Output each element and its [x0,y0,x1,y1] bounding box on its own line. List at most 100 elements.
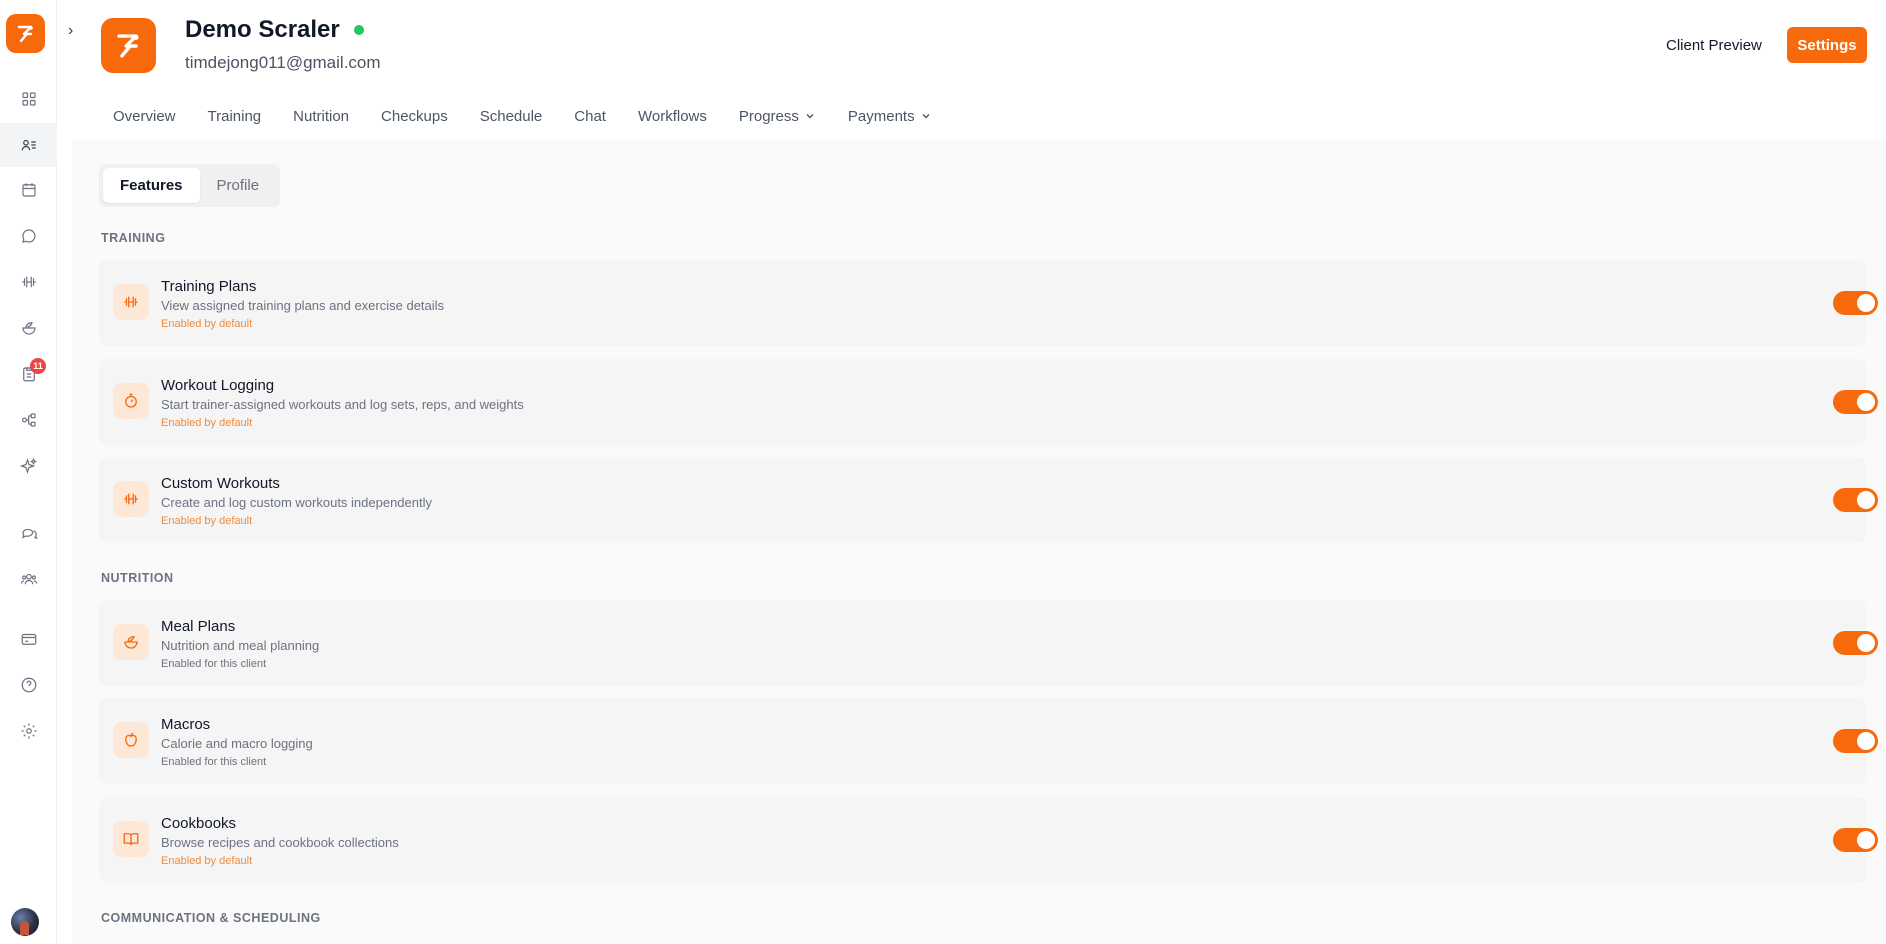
client-name-heading: Demo Scraler [185,16,364,44]
features-profile-segmented-control: Features Profile [99,164,281,207]
feature-toggle[interactable] [1833,729,1878,753]
feature-title: Meal Plans [161,618,236,635]
feature-title: Custom Workouts [161,475,280,492]
feature-title: Workout Logging [161,377,275,394]
sidebar-item-checkups[interactable]: 11 [0,352,57,396]
feature-description: Start trainer-assigned workouts and log … [161,397,524,412]
tab-overview[interactable]: Overview [97,102,192,131]
feature-row-training-plans: Training Plans View assigned training pl… [99,260,1878,346]
workflow-icon [21,413,36,427]
section-heading-communication: COMMUNICATION & SCHEDULING [101,911,321,925]
feature-row-cookbooks: Cookbooks Browse recipes and cookbook co… [99,797,1878,883]
sidebar-item-calendar[interactable] [0,168,57,212]
dashboard-grid-icon [21,92,36,106]
credit-card-icon [21,633,36,645]
section-heading-training: TRAINING [101,231,166,245]
sidebar-expand-chevron-icon[interactable]: › [68,20,82,42]
dumbbell-icon [124,296,138,308]
feature-description: Calorie and macro logging [161,736,313,751]
feature-toggle[interactable] [1833,390,1878,414]
client-email: timdejong011@gmail.com [185,53,381,72]
client-preview-button[interactable]: Client Preview [1652,28,1776,62]
feature-icon [113,722,149,758]
feature-status: Enabled for this client [161,756,267,768]
settings-gear-icon [21,723,36,739]
tab-payments[interactable]: Payments [832,102,948,131]
tab-checkups[interactable]: Checkups [365,102,464,131]
salad-bowl-icon [124,636,138,649]
feature-icon [113,383,149,419]
sidebar-item-nutrition[interactable] [0,306,57,350]
feature-row-meal-plans: Meal Plans Nutrition and meal planning E… [99,600,1878,686]
feature-status: Enabled by default [161,417,253,429]
sidebar-item-help[interactable] [0,663,57,707]
calendar-icon [21,183,36,197]
feature-icon [113,481,149,517]
section-heading-nutrition: NUTRITION [101,571,174,585]
feature-icon [113,821,149,857]
stopwatch-icon [125,393,137,408]
help-circle-icon [21,677,36,693]
team-icon [20,573,37,585]
tab-training[interactable]: Training [192,102,278,131]
feature-toggle[interactable] [1833,828,1878,852]
dumbbell-icon [124,493,138,505]
feature-status: Enabled by default [161,855,253,867]
user-avatar[interactable] [11,908,39,936]
chevron-down-icon [806,114,814,119]
client-nav-tabs: Overview Training Nutrition Checkups Sch… [97,100,948,132]
tab-schedule[interactable]: Schedule [464,102,559,131]
apple-icon [125,732,137,747]
runner-logo-icon [116,33,139,58]
feature-title: Training Plans [161,278,257,295]
book-open-icon [123,833,139,846]
sidebar-item-clients[interactable] [0,123,57,167]
feature-description: Create and log custom workouts independe… [161,495,432,510]
clients-list-icon [21,139,36,151]
feature-toggle[interactable] [1833,291,1878,315]
sidebar-item-workflows[interactable] [0,398,57,442]
features-panel: Features Profile TRAINING Training Plans… [72,140,1886,944]
feature-toggle[interactable] [1833,488,1878,512]
feature-row-custom-workouts: Custom Workouts Create and log custom wo… [99,457,1878,543]
app-logo[interactable] [6,14,45,53]
chevron-down-icon [922,114,930,119]
tab-workflows[interactable]: Workflows [622,102,723,131]
sidebar-item-settings[interactable] [0,709,57,753]
runner-logo-icon [17,25,33,42]
tab-nutrition[interactable]: Nutrition [277,102,365,131]
feature-description: Nutrition and meal planning [161,638,320,653]
settings-button[interactable]: Settings [1787,27,1867,63]
feature-toggle[interactable] [1833,631,1878,655]
feature-title: Cookbooks [161,815,237,832]
sidebar-item-dashboard[interactable] [0,77,57,121]
feature-title: Macros [161,716,211,733]
feature-status: Enabled by default [161,318,253,330]
segment-profile[interactable]: Profile [200,168,277,203]
client-name: Demo Scraler [185,16,340,43]
tab-chat[interactable]: Chat [558,102,622,131]
tab-progress[interactable]: Progress [723,102,832,131]
sparkles-icon [19,457,37,474]
feature-description: Browse recipes and cookbook collections [161,835,399,850]
feature-status: Enabled by default [161,515,253,527]
feature-status: Enabled for this client [161,658,267,670]
sidebar-item-chat[interactable] [0,214,57,258]
sidebar-item-team[interactable] [0,557,57,601]
messages-icon [21,528,38,540]
feature-icon [113,284,149,320]
sidebar-item-training[interactable] [0,260,57,304]
salad-bowl-icon [21,322,36,335]
segment-features[interactable]: Features [103,168,200,203]
feature-row-workout-logging: Workout Logging Start trainer-assigned w… [99,359,1878,445]
client-logo [101,18,156,73]
feature-icon [113,624,149,660]
sidebar-item-ai[interactable] [0,444,57,488]
feature-row-macros: Macros Calorie and macro logging Enabled… [99,698,1878,784]
chat-bubble-icon [21,229,35,243]
sidebar-item-messages[interactable] [0,511,57,555]
feature-description: View assigned training plans and exercis… [161,298,445,313]
notification-badge: 11 [30,358,46,374]
dumbbell-icon [21,276,36,288]
sidebar-item-billing[interactable] [0,617,57,661]
